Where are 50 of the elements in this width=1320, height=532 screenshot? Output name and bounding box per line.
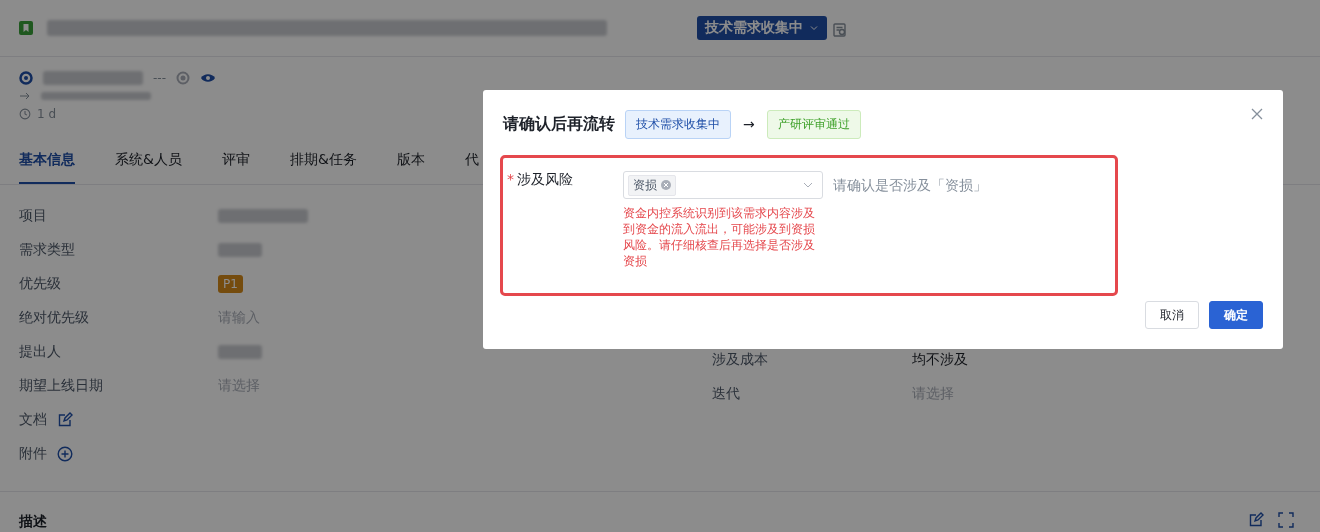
field-label: 绝对优先级 (19, 309, 90, 327)
target-icon (19, 71, 33, 85)
duration-text: 1 d (37, 107, 57, 121)
field-label: 提出人 (19, 343, 62, 361)
circle-icon (176, 71, 190, 85)
fullscreen-icon[interactable] (1278, 512, 1294, 528)
clock-icon (19, 108, 31, 120)
field-label: 优先级 (19, 275, 62, 293)
field-label: 文档 (19, 411, 47, 429)
field-label: 附件 (19, 445, 47, 463)
edit-icon[interactable] (57, 412, 73, 428)
priority-badge: P1 (218, 275, 243, 293)
bookmark-icon (19, 21, 33, 35)
field-label: 涉及成本 (712, 351, 769, 369)
redacted-text (218, 243, 262, 257)
caret-icon (809, 23, 819, 33)
status-tag: 技术需求收集中 (625, 109, 731, 139)
status-dropdown[interactable]: 技术需求收集中 (697, 16, 827, 40)
arrow-icon (19, 91, 31, 101)
field-label: 期望上线日期 (19, 377, 104, 395)
close-icon (1251, 108, 1263, 120)
confirm-button[interactable]: 确定 (1209, 301, 1263, 329)
tab[interactable]: 系统&人员 (115, 151, 182, 184)
status-tag: 产研评审通过 (766, 109, 861, 139)
add-icon[interactable] (57, 446, 73, 462)
required-mark: * (507, 171, 514, 189)
redacted-text (218, 345, 262, 359)
risk-select[interactable]: 资损 (623, 171, 823, 199)
tab[interactable]: 基本信息 (19, 151, 75, 184)
arrow-text: → (743, 116, 755, 132)
field-label: 涉及风险 (517, 171, 573, 189)
error-message: 资金内控系统识别到该需求内容涉及到资金的流入流出，可能涉及到资损风险。请仔细核查后再选择是否涉及资损 (623, 205, 816, 269)
hint-text: 请确认是否涉及「资损」 (833, 177, 987, 195)
dialog-title: 请确认后再流转 (503, 113, 615, 135)
field-label: 需求类型 (19, 241, 76, 259)
document-search-icon[interactable] (832, 22, 848, 38)
tab[interactable]: 代 (464, 151, 479, 184)
selected-tag[interactable]: 资损 (628, 174, 676, 196)
tab[interactable]: 评审 (221, 151, 250, 184)
field-value: 均不涉及 (912, 351, 968, 369)
cancel-button[interactable]: 取消 (1145, 301, 1199, 329)
close-button[interactable] (1251, 108, 1263, 120)
section-title: 描述 (19, 513, 47, 531)
field-label: 项目 (19, 207, 48, 225)
eye-icon[interactable] (200, 72, 216, 84)
tab[interactable]: 版本 (396, 151, 425, 184)
tab[interactable]: 排期&任务 (289, 151, 357, 184)
field-label: 迭代 (712, 385, 741, 403)
separator-text: --- (153, 71, 166, 85)
edit-icon[interactable] (1248, 512, 1264, 528)
